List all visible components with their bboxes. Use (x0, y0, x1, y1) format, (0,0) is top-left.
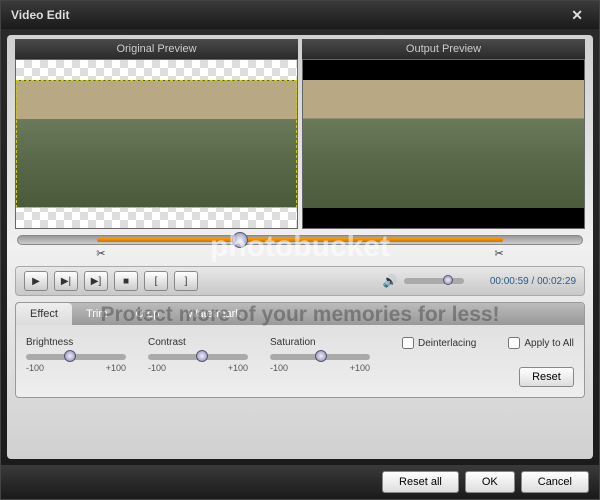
brightness-slider[interactable] (26, 354, 126, 360)
brightness-min: -100 (26, 363, 44, 373)
reset-effect-button[interactable]: Reset (519, 367, 574, 387)
mark-out-button[interactable]: ] (174, 271, 198, 291)
brightness-group: Brightness -100 +100 (26, 337, 126, 373)
deinterlacing-label: Deinterlacing (418, 338, 476, 349)
output-preview-column: Output Preview (302, 39, 585, 229)
step-button[interactable]: ▶| (54, 271, 78, 291)
bracket-in-icon: [ (155, 276, 158, 287)
saturation-label: Saturation (270, 337, 370, 348)
tabs: Effect Trim Crop Watermark (16, 303, 584, 325)
volume-icon[interactable]: 🔊 (383, 274, 398, 288)
tab-crop[interactable]: Crop (122, 303, 174, 325)
contrast-min: -100 (148, 363, 166, 373)
window-title: Video Edit (11, 8, 69, 22)
footer: Reset all OK Cancel (1, 465, 599, 499)
saturation-thumb[interactable] (315, 350, 327, 362)
play-icon: ▶ (32, 276, 40, 287)
apply-all-checkbox[interactable]: Apply to All (508, 337, 573, 349)
timeline-playhead[interactable] (232, 232, 248, 248)
brightness-max: +100 (106, 363, 126, 373)
next-icon: ▶] (91, 276, 101, 287)
scissors-in-icon[interactable]: ✂ (96, 247, 105, 260)
deinterlacing-input[interactable] (402, 337, 414, 349)
contrast-slider[interactable] (148, 354, 248, 360)
saturation-max: +100 (350, 363, 370, 373)
effect-tab-body: Brightness -100 +100 Contrast -100 +100 Sa… (16, 325, 584, 397)
video-edit-window: Video Edit ✕ Original Preview Output Pre… (0, 0, 600, 500)
next-button[interactable]: ▶] (84, 271, 108, 291)
effect-panel: Effect Trim Crop Watermark Brightness -1… (15, 302, 585, 398)
mark-in-button[interactable]: [ (144, 271, 168, 291)
original-crop-frame[interactable] (16, 80, 297, 208)
play-button[interactable]: ▶ (24, 271, 48, 291)
tab-trim[interactable]: Trim (72, 303, 122, 325)
contrast-group: Contrast -100 +100 (148, 337, 248, 373)
saturation-slider[interactable] (270, 354, 370, 360)
brightness-thumb[interactable] (64, 350, 76, 362)
volume-thumb[interactable] (443, 275, 453, 285)
deinterlacing-checkbox[interactable]: Deinterlacing (402, 337, 476, 349)
volume-area: 🔊 00:00:59 / 00:02:29 (383, 274, 576, 288)
apply-column: Apply to All Reset (508, 337, 573, 387)
timeline-selection (97, 238, 503, 242)
original-preview-header: Original Preview (15, 39, 298, 59)
close-icon[interactable]: ✕ (565, 5, 589, 26)
original-preview-column: Original Preview (15, 39, 298, 229)
stop-button[interactable]: ■ (114, 271, 138, 291)
content-area: Original Preview Output Preview photobuc… (7, 35, 593, 459)
contrast-label: Contrast (148, 337, 248, 348)
reset-all-button[interactable]: Reset all (382, 471, 459, 493)
output-preview-body (302, 59, 585, 229)
tab-watermark[interactable]: Watermark (173, 303, 254, 325)
ok-button[interactable]: OK (465, 471, 515, 493)
apply-all-input[interactable] (508, 337, 520, 349)
time-display: 00:00:59 / 00:02:29 (490, 276, 576, 287)
volume-slider[interactable] (404, 278, 464, 284)
timeline: ✂ ✂ (17, 235, 583, 260)
apply-all-label: Apply to All (524, 338, 573, 349)
contrast-thumb[interactable] (196, 350, 208, 362)
cancel-button[interactable]: Cancel (521, 471, 589, 493)
timeline-track[interactable] (17, 235, 583, 245)
contrast-max: +100 (228, 363, 248, 373)
brightness-label: Brightness (26, 337, 126, 348)
tab-effect[interactable]: Effect (16, 303, 72, 325)
original-preview-body[interactable] (15, 59, 298, 229)
output-preview-header: Output Preview (302, 39, 585, 59)
step-icon: ▶| (61, 276, 71, 287)
saturation-min: -100 (270, 363, 288, 373)
deinterlacing-column: Deinterlacing (402, 337, 476, 349)
saturation-group: Saturation -100 +100 (270, 337, 370, 373)
output-video-frame (303, 60, 584, 228)
scissors-out-icon[interactable]: ✂ (495, 247, 504, 260)
playback-controls: ▶ ▶| ▶] ■ [ ] 🔊 00:00:59 / 00:02:29 (15, 266, 585, 296)
stop-icon: ■ (123, 276, 129, 287)
preview-row: Original Preview Output Preview (15, 39, 585, 229)
titlebar: Video Edit ✕ (1, 1, 599, 29)
timeline-markers: ✂ ✂ (17, 247, 583, 260)
bracket-out-icon: ] (185, 276, 188, 287)
